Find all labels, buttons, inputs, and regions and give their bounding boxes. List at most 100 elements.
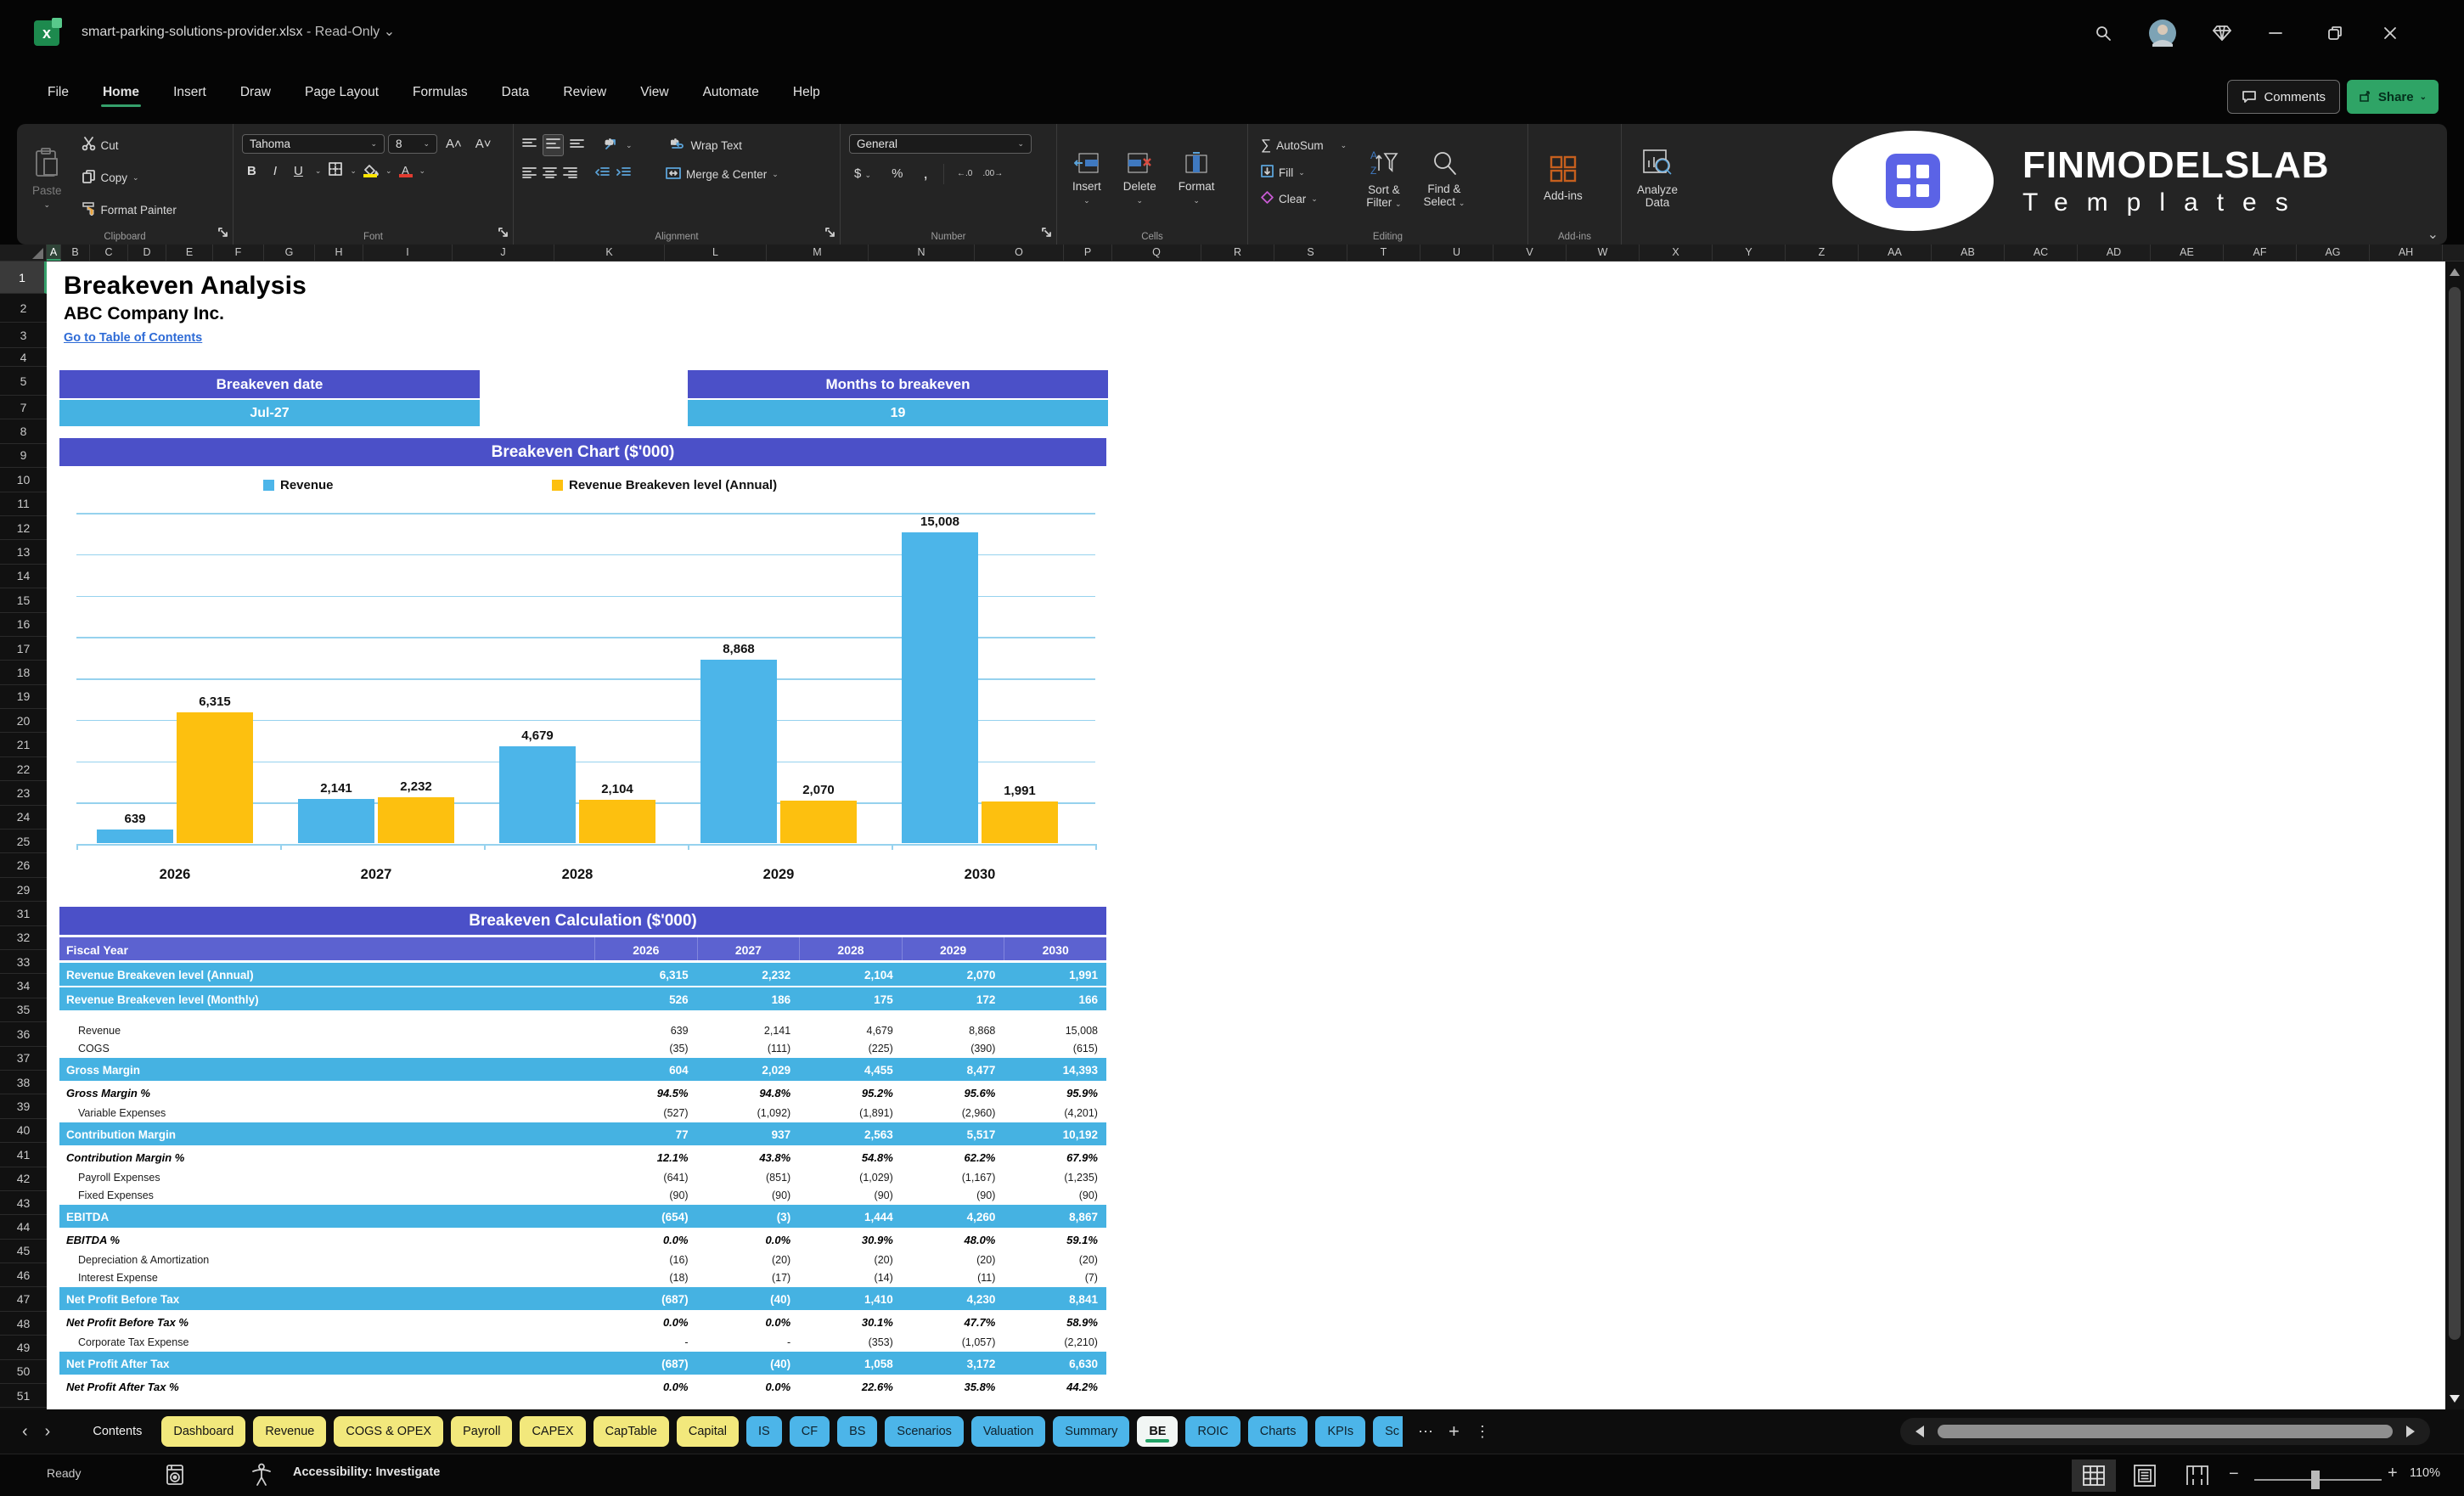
column-header-AB[interactable]: AB xyxy=(1932,245,2005,261)
format-painter-button[interactable]: Format Painter xyxy=(77,199,181,221)
sheet-options-icon[interactable]: ⋮ xyxy=(1475,1423,1490,1441)
column-header-E[interactable]: E xyxy=(166,245,213,261)
row-header-11[interactable]: 11 xyxy=(0,492,47,516)
row-header-33[interactable]: 33 xyxy=(0,950,47,975)
row-header-47[interactable]: 47 xyxy=(0,1287,47,1312)
page-break-view-icon[interactable] xyxy=(2175,1459,2219,1492)
row-header-32[interactable]: 32 xyxy=(0,926,47,950)
row-header-1[interactable]: 1 xyxy=(0,262,47,294)
row-header-38[interactable]: 38 xyxy=(0,1071,47,1095)
row-header-44[interactable]: 44 xyxy=(0,1215,47,1240)
insert-cells-button[interactable]: Insert ⌄ xyxy=(1066,131,1108,226)
row-header-35[interactable]: 35 xyxy=(0,998,47,1023)
row-header-40[interactable]: 40 xyxy=(0,1119,47,1144)
column-header-J[interactable]: J xyxy=(453,245,554,261)
new-sheet-button[interactable]: + xyxy=(1449,1420,1460,1443)
sheet-tab-captable[interactable]: CapTable xyxy=(593,1416,669,1447)
row-header-5[interactable]: 5 xyxy=(0,367,47,396)
row-header-22[interactable]: 22 xyxy=(0,757,47,782)
row-header-7[interactable]: 7 xyxy=(0,396,47,420)
column-header-L[interactable]: L xyxy=(665,245,767,261)
column-header-AE[interactable]: AE xyxy=(2151,245,2224,261)
row-header-37[interactable]: 37 xyxy=(0,1047,47,1071)
column-header-T[interactable]: T xyxy=(1347,245,1420,261)
row-header-43[interactable]: 43 xyxy=(0,1191,47,1216)
clipboard-dialog-launcher[interactable] xyxy=(218,226,228,241)
decrease-indent-icon[interactable] xyxy=(594,166,610,183)
increase-font-icon[interactable]: A˄ xyxy=(441,135,467,153)
row-header-16[interactable]: 16 xyxy=(0,613,47,637)
column-header-X[interactable]: X xyxy=(1640,245,1713,261)
column-header-R[interactable]: R xyxy=(1201,245,1274,261)
row-header-25[interactable]: 25 xyxy=(0,830,47,854)
row-header-3[interactable]: 3 xyxy=(0,323,47,348)
scroll-left-icon[interactable] xyxy=(1916,1426,1924,1437)
format-cells-button[interactable]: Format ⌄ xyxy=(1172,131,1222,226)
row-header-13[interactable]: 13 xyxy=(0,540,47,565)
underline-button[interactable]: U xyxy=(289,162,308,180)
sheet-tab-payroll[interactable]: Payroll xyxy=(451,1416,513,1447)
column-header-P[interactable]: P xyxy=(1064,245,1112,261)
font-name-select[interactable]: Tahoma ⌄ xyxy=(242,134,385,154)
row-header-4[interactable]: 4 xyxy=(0,348,47,367)
row-header-9[interactable]: 9 xyxy=(0,444,47,469)
row-header-42[interactable]: 42 xyxy=(0,1167,47,1191)
horizontal-scroll-thumb[interactable] xyxy=(1938,1425,2393,1438)
row-header-19[interactable]: 19 xyxy=(0,685,47,710)
sheet-tab-dashboard[interactable]: Dashboard xyxy=(161,1416,246,1447)
copy-button[interactable]: Copy ⌄ xyxy=(77,166,181,188)
row-header-18[interactable]: 18 xyxy=(0,661,47,685)
column-header-A[interactable]: A xyxy=(47,245,61,261)
paste-button[interactable]: Paste ⌄ xyxy=(25,131,69,226)
row-header-34[interactable]: 34 xyxy=(0,974,47,998)
bold-button[interactable]: B xyxy=(242,162,262,180)
row-header-45[interactable]: 45 xyxy=(0,1240,47,1264)
increase-decimal-icon[interactable]: ←.0 xyxy=(957,169,972,178)
column-header-M[interactable]: M xyxy=(767,245,869,261)
percent-format-icon[interactable]: % xyxy=(886,165,908,183)
sort-filter-button[interactable]: AZ Sort & Filter ⌄ xyxy=(1359,131,1408,226)
horizontal-scrollbar[interactable] xyxy=(1900,1418,2430,1445)
vertical-scroll-thumb[interactable] xyxy=(2449,287,2461,1340)
column-header-S[interactable]: S xyxy=(1274,245,1347,261)
sheet-tab-capital[interactable]: Capital xyxy=(676,1416,740,1447)
row-header-12[interactable]: 12 xyxy=(0,516,47,541)
column-header-V[interactable]: V xyxy=(1494,245,1567,261)
zoom-slider-handle[interactable] xyxy=(2311,1471,2320,1489)
comma-format-icon[interactable]: , xyxy=(918,162,933,185)
row-header-31[interactable]: 31 xyxy=(0,902,47,926)
search-icon[interactable] xyxy=(2089,19,2118,48)
row-header-39[interactable]: 39 xyxy=(0,1094,47,1119)
fill-button[interactable]: Fill ⌄ xyxy=(1257,162,1351,183)
sheet-tab-is[interactable]: IS xyxy=(746,1416,782,1447)
wrap-text-button[interactable]: ab Wrap Text xyxy=(667,135,746,156)
align-center-icon[interactable] xyxy=(543,166,557,183)
sheet-tab-sc[interactable]: Sc xyxy=(1373,1416,1403,1447)
column-header-W[interactable]: W xyxy=(1567,245,1640,261)
row-header-20[interactable]: 20 xyxy=(0,709,47,734)
borders-icon[interactable] xyxy=(328,161,343,181)
row-header-8[interactable]: 8 xyxy=(0,419,47,444)
autosum-button[interactable]: ∑ AutoSum ⌄ xyxy=(1257,134,1351,156)
row-header-46[interactable]: 46 xyxy=(0,1263,47,1288)
column-header-G[interactable]: G xyxy=(264,245,315,261)
column-header-U[interactable]: U xyxy=(1420,245,1494,261)
sheet-tab-valuation[interactable]: Valuation xyxy=(970,1416,1046,1447)
column-header-C[interactable]: C xyxy=(90,245,128,261)
menu-tab-draw[interactable]: Draw xyxy=(227,76,284,110)
addins-button[interactable]: Add-ins xyxy=(1537,131,1589,226)
scroll-up-icon[interactable] xyxy=(2450,268,2460,276)
row-header-48[interactable]: 48 xyxy=(0,1312,47,1336)
tab-scroll-left-icon[interactable]: ‹ xyxy=(22,1422,28,1442)
column-header-Q[interactable]: Q xyxy=(1112,245,1201,261)
sheet-tab-roic[interactable]: ROIC xyxy=(1185,1416,1240,1447)
row-header-21[interactable]: 21 xyxy=(0,733,47,757)
sheet-tab-cogs-opex[interactable]: COGS & OPEX xyxy=(334,1416,444,1447)
macro-record-icon[interactable] xyxy=(166,1464,184,1490)
currency-format-icon[interactable]: $ ⌄ xyxy=(849,165,876,183)
sheet-tab-charts[interactable]: Charts xyxy=(1247,1416,1308,1447)
table-of-contents-link[interactable]: Go to Table of Contents xyxy=(64,331,202,345)
menu-tab-review[interactable]: Review xyxy=(549,76,620,110)
column-header-N[interactable]: N xyxy=(869,245,975,261)
share-button[interactable]: Share ⌄ xyxy=(2346,80,2439,114)
